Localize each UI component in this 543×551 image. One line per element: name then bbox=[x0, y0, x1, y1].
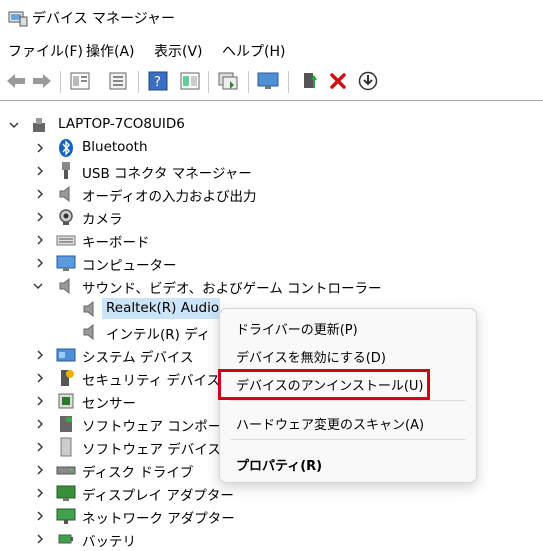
tree-item-label: センサー bbox=[82, 396, 136, 412]
tree-item-sound-video-game[interactable]: サウンド、ビデオ、およびゲーム コントローラー bbox=[0, 274, 543, 297]
menu-separator bbox=[230, 400, 466, 401]
computer-icon bbox=[30, 115, 50, 135]
tree-item-usb-connector-manager[interactable]: USB コネクタ マネージャー bbox=[0, 159, 543, 182]
speaker-icon bbox=[56, 276, 76, 296]
tree-item-label: キーボード bbox=[82, 235, 150, 251]
chevron-right-icon[interactable] bbox=[34, 435, 46, 458]
chevron-down-icon[interactable] bbox=[8, 113, 20, 136]
menu-action[interactable]: 操作(A) bbox=[86, 41, 135, 61]
download-icon[interactable] bbox=[356, 69, 380, 93]
security-key-icon bbox=[56, 368, 76, 388]
show-hidden-icon[interactable] bbox=[178, 69, 202, 93]
tree-item-network-adapters[interactable]: ネットワーク アダプター bbox=[0, 504, 543, 527]
tree-item-label: オーディオの入力および出力 bbox=[82, 189, 257, 205]
software-device-icon bbox=[56, 437, 76, 457]
chevron-right-icon[interactable] bbox=[34, 136, 46, 159]
tree-item-label: セキュリティ デバイス bbox=[82, 373, 221, 389]
speaker-icon bbox=[56, 184, 76, 204]
keyboard-icon bbox=[56, 230, 76, 250]
tree-item-label: ソフトウェア コンポー bbox=[82, 419, 222, 435]
menu-view[interactable]: 表示(V) bbox=[154, 41, 203, 61]
tree-item-computer[interactable]: コンピューター bbox=[0, 251, 543, 274]
update-driver-list-icon[interactable] bbox=[106, 69, 130, 93]
tree-root[interactable]: LAPTOP-7CO8UID6 bbox=[0, 113, 543, 136]
add-driver-icon[interactable] bbox=[298, 69, 322, 93]
tree-item-label: Bluetooth bbox=[82, 139, 148, 155]
tree-item-label: バッテリ bbox=[82, 534, 136, 550]
tree-item-label: システム デバイス bbox=[82, 350, 194, 366]
tree-item-label: カメラ bbox=[82, 212, 123, 228]
sensor-icon bbox=[56, 391, 76, 411]
tree-item-label: Realtek(R) Audio bbox=[106, 300, 220, 316]
disk-drive-icon bbox=[56, 460, 76, 480]
help-icon[interactable]: ? bbox=[146, 69, 170, 93]
network-adapter-icon bbox=[56, 506, 76, 526]
window-title: デバイス マネージャー bbox=[32, 11, 176, 27]
tree-item-batteries[interactable]: バッテリ bbox=[0, 527, 543, 550]
battery-icon bbox=[56, 529, 76, 549]
chevron-right-icon[interactable] bbox=[34, 412, 46, 435]
toolbar: ? bbox=[0, 66, 543, 98]
monitor-icon[interactable] bbox=[256, 69, 280, 93]
speaker-icon bbox=[80, 299, 100, 319]
tree-item-bluetooth[interactable]: Bluetooth bbox=[0, 136, 543, 159]
tree-item-camera[interactable]: カメラ bbox=[0, 205, 543, 228]
forward-arrow-icon[interactable] bbox=[30, 69, 54, 93]
tree-item-label: ディスプレイ アダプター bbox=[82, 488, 234, 504]
tree-item-label: サウンド、ビデオ、およびゲーム コントローラー bbox=[82, 281, 382, 297]
svg-text:?: ? bbox=[154, 75, 161, 90]
chevron-right-icon[interactable] bbox=[34, 366, 46, 389]
monitor-icon bbox=[56, 253, 76, 273]
chevron-right-icon[interactable] bbox=[34, 481, 46, 504]
camera-icon bbox=[56, 207, 76, 227]
chevron-down-icon[interactable] bbox=[32, 274, 44, 297]
tree-item-label: ディスク ドライブ bbox=[82, 465, 194, 481]
chevron-right-icon[interactable] bbox=[34, 251, 46, 274]
device-manager-app-icon bbox=[8, 9, 28, 27]
software-component-icon bbox=[56, 414, 76, 434]
chevron-right-icon[interactable] bbox=[34, 182, 46, 205]
menu-scan-hardware-changes[interactable]: ハードウェア変更のスキャン(A) bbox=[236, 414, 424, 433]
title-bar: デバイス マネージャー bbox=[0, 0, 543, 36]
display-adapter-icon bbox=[56, 483, 76, 503]
tree-item-display-adapters[interactable]: ディスプレイ アダプター bbox=[0, 481, 543, 504]
tree-item-audio-io[interactable]: オーディオの入力および出力 bbox=[0, 182, 543, 205]
tree-item-label: コンピューター bbox=[82, 258, 177, 274]
tree-item-keyboard[interactable]: キーボード bbox=[0, 228, 543, 251]
tree-item-label: USB コネクタ マネージャー bbox=[82, 166, 252, 182]
menu-help[interactable]: ヘルプ(H) bbox=[222, 41, 285, 61]
chevron-right-icon[interactable] bbox=[34, 343, 46, 366]
back-arrow-icon[interactable] bbox=[4, 69, 28, 93]
tree-item-label: ネットワーク アダプター bbox=[82, 511, 235, 527]
bluetooth-icon bbox=[56, 138, 76, 158]
menu-file[interactable]: ファイル(F) bbox=[8, 41, 83, 61]
root-label: LAPTOP-7CO8UID6 bbox=[58, 116, 185, 132]
menu-properties[interactable]: プロパティ(R) bbox=[236, 455, 322, 474]
uninstall-x-icon[interactable] bbox=[326, 69, 350, 93]
chevron-right-icon[interactable] bbox=[34, 458, 46, 481]
system-device-icon bbox=[56, 345, 76, 365]
chevron-right-icon[interactable] bbox=[34, 228, 46, 251]
tree-item-label: ソフトウェア デバイス bbox=[82, 442, 221, 458]
chevron-right-icon[interactable] bbox=[34, 504, 46, 527]
chevron-right-icon[interactable] bbox=[34, 527, 46, 550]
menu-separator bbox=[230, 439, 466, 440]
speaker-icon bbox=[80, 322, 100, 342]
usb-connector-icon bbox=[56, 161, 76, 181]
uninstall-highlight-box bbox=[218, 369, 430, 400]
chevron-right-icon[interactable] bbox=[34, 159, 46, 182]
menu-disable-device[interactable]: デバイスを無効にする(D) bbox=[236, 347, 386, 366]
menu-update-driver[interactable]: ドライバーの更新(P) bbox=[236, 319, 358, 338]
properties-icon[interactable] bbox=[68, 69, 92, 93]
chevron-right-icon[interactable] bbox=[34, 389, 46, 412]
chevron-right-icon[interactable] bbox=[34, 205, 46, 228]
tree-item-label: インテル(R) ディ bbox=[106, 327, 211, 343]
scan-hardware-icon[interactable] bbox=[216, 69, 240, 93]
menu-bar: ファイル(F) 操作(A) 表示(V) ヘルプ(H) bbox=[0, 38, 543, 64]
